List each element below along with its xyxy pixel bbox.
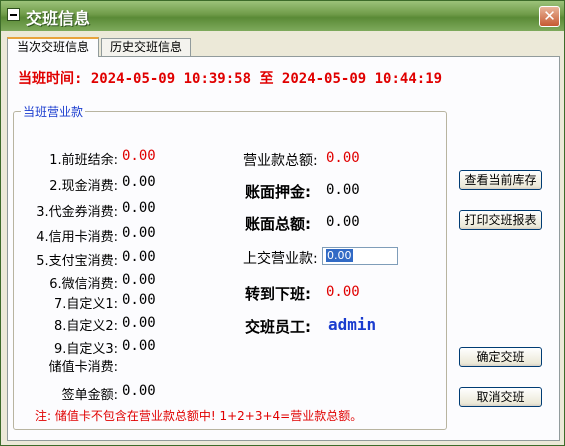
business-total-label: 营业款总额: <box>243 153 318 169</box>
confirm-shift-button[interactable]: 确定交班 <box>459 347 542 367</box>
system-menu-icon[interactable] <box>7 8 20 21</box>
item-value-custom1: 0.00 <box>122 292 156 308</box>
item-label-signed-bill: 签单金额: <box>61 388 118 403</box>
business-total-value: 0.00 <box>326 150 360 166</box>
item-label-custom2: 8.自定义2: <box>53 319 118 334</box>
cancel-shift-button[interactable]: 取消交班 <box>459 387 542 407</box>
staff-value: admin <box>328 315 377 334</box>
handover-amount-input[interactable]: 0.00 <box>322 247 398 265</box>
shift-start: 2024-05-09 10:39:58 <box>90 71 252 87</box>
shift-time-label: 当班时间: <box>18 71 83 87</box>
item-value-credit-card: 0.00 <box>122 225 156 241</box>
view-stock-button[interactable]: 查看当前库存 <box>459 170 542 190</box>
next-shift-label: 转到下班: <box>245 285 311 303</box>
item-value-cash: 0.00 <box>122 174 156 190</box>
item-value-wechat: 0.00 <box>122 272 156 288</box>
item-label-alipay: 5.支付宝消费: <box>36 254 118 269</box>
group-title: 当班营业款 <box>21 103 86 120</box>
item-label-voucher: 3.代金券消费: <box>36 205 118 220</box>
item-label-prev-balance: 1.前班结余: <box>49 153 118 168</box>
item-label-custom1: 7.自定义1: <box>53 297 118 312</box>
deposit-label: 账面押金: <box>245 183 311 201</box>
item-label-custom3: 9.自定义3: <box>53 342 118 357</box>
print-report-button[interactable]: 打印交班报表 <box>459 210 542 230</box>
close-button[interactable]: ✕ <box>539 6 560 27</box>
dialog-window: 交班信息 ✕ 当次交班信息 历史交班信息 当班时间: 2024-05-09 10… <box>0 0 565 446</box>
shift-end: 2024-05-09 10:44:19 <box>281 71 443 87</box>
next-shift-value: 0.00 <box>326 284 360 300</box>
deposit-value: 0.00 <box>326 182 360 198</box>
title-bar[interactable]: 交班信息 ✕ <box>1 1 564 31</box>
staff-label: 交班员工: <box>245 318 311 336</box>
handover-amount-value: 0.00 <box>326 249 353 262</box>
book-total-label: 账面总额: <box>245 215 311 233</box>
book-total-value: 0.00 <box>326 214 360 230</box>
tab-history-shift[interactable]: 历史交班信息 <box>101 38 191 56</box>
handover-label: 上交营业款: <box>243 251 318 267</box>
item-label-cash: 2.现金消费: <box>49 179 118 194</box>
shift-to: 至 <box>259 71 274 87</box>
item-value-voucher: 0.00 <box>122 200 156 216</box>
item-label-stored-card: 储值卡消费: <box>48 360 118 375</box>
item-value-signed-bill: 0.00 <box>122 383 156 399</box>
tab-current-shift[interactable]: 当次交班信息 <box>7 37 99 57</box>
shift-time: 当班时间: 2024-05-09 10:39:58 至 2024-05-09 1… <box>18 68 442 88</box>
footnote: 注: 储值卡不包含在营业款总额中! 1+2+3+4=营业款总额。 <box>35 409 363 423</box>
item-label-credit-card: 4.信用卡消费: <box>36 230 118 245</box>
item-label-wechat: 6.微信消费: <box>49 277 118 292</box>
item-value-prev-balance: 0.00 <box>122 148 156 164</box>
item-value-custom3: 0.00 <box>122 338 156 354</box>
window-title: 交班信息 <box>26 9 91 28</box>
item-value-custom2: 0.00 <box>122 315 156 331</box>
item-value-alipay: 0.00 <box>122 249 156 265</box>
